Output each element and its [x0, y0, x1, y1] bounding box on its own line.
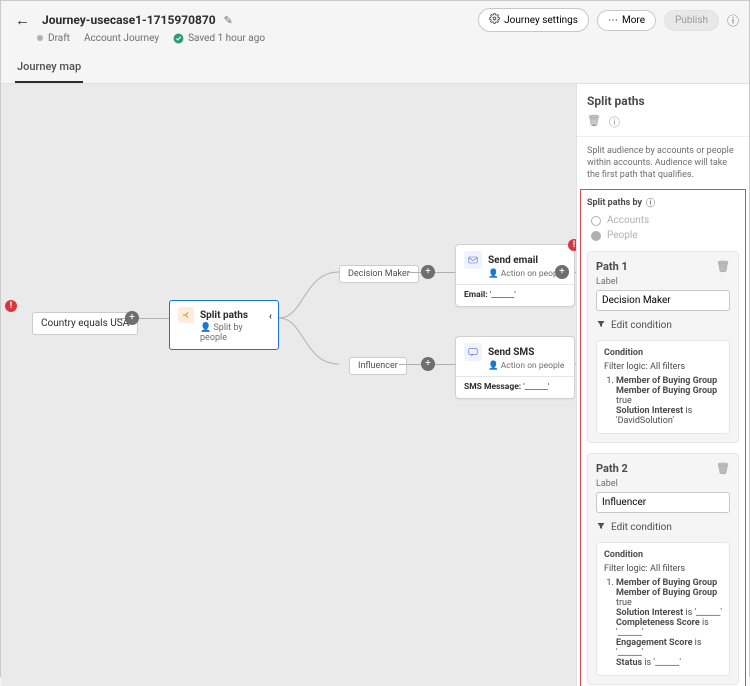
panel-description: Split audience by accounts or people wit…: [577, 137, 749, 189]
action-icon: [464, 343, 482, 361]
journey-settings-button[interactable]: Journey settings: [478, 8, 589, 32]
delete-icon[interactable]: 🗑: [716, 462, 730, 475]
path-label-influencer[interactable]: Influencer: [349, 357, 407, 375]
journey-settings-label: Journey settings: [504, 15, 578, 26]
info-icon[interactable]: ⓘ: [727, 12, 739, 29]
path-label-input[interactable]: [596, 492, 730, 513]
gear-icon: [489, 13, 500, 27]
node-field: SMS Message: '______': [464, 382, 566, 392]
status-badge: Draft: [37, 33, 70, 44]
path-name: Path 1: [596, 260, 628, 273]
info-icon[interactable]: ⓘ: [646, 196, 655, 209]
add-node-icon[interactable]: +: [421, 357, 435, 371]
publish-button: Publish: [664, 10, 719, 31]
highlighted-config: Split paths by ⓘ Accounts People Path 1 …: [580, 189, 746, 686]
delete-icon[interactable]: 🗑: [587, 114, 601, 130]
send-sms-node[interactable]: Send SMS 👤 Action on people SMS Message:…: [455, 336, 575, 399]
edit-title-icon[interactable]: ✎: [224, 14, 233, 27]
add-node-icon[interactable]: +: [125, 311, 139, 325]
edit-condition-link[interactable]: Edit condition: [596, 521, 730, 534]
chevron-left-icon[interactable]: ‹: [269, 311, 272, 322]
label-caption: Label: [596, 277, 730, 287]
side-panel: Split paths 🗑 ⓘ Split audience by accoun…: [576, 84, 749, 686]
add-node-icon[interactable]: +: [555, 265, 569, 279]
path-name: Path 2: [596, 462, 628, 475]
more-icon: ⋯: [608, 15, 618, 26]
split-by-label: Split paths by ⓘ: [587, 196, 739, 209]
path-label-decision-maker[interactable]: Decision Maker: [339, 265, 419, 283]
edit-condition-link[interactable]: Edit condition: [596, 319, 730, 332]
label-caption: Label: [596, 479, 730, 489]
saved-indicator: Saved 1 hour ago: [173, 33, 265, 44]
action-icon: [464, 251, 482, 269]
split-icon: [178, 307, 194, 323]
more-button[interactable]: ⋯ More: [597, 10, 656, 31]
filter-icon: [596, 319, 606, 332]
header: ← Journey-usecase1-1715970870 ✎ Journey …: [1, 1, 749, 84]
entry-node[interactable]: Country equals USA: [32, 312, 138, 335]
journey-canvas[interactable]: ! Country equals USA + Split paths 👤 Spl…: [1, 84, 749, 686]
tab-journey-map[interactable]: Journey map: [15, 52, 83, 83]
journey-title: Journey-usecase1-1715970870: [42, 13, 216, 27]
journey-type: Account Journey: [84, 33, 159, 44]
more-label: More: [622, 15, 645, 26]
delete-icon[interactable]: 🗑: [716, 260, 730, 273]
split-paths-node[interactable]: Split paths 👤 Split by people ‹: [169, 300, 279, 350]
path-card-2: Path 2 🗑 Label Edit condition Condition …: [587, 453, 739, 685]
radio-accounts: Accounts: [591, 215, 739, 226]
info-icon[interactable]: ⓘ: [609, 114, 620, 130]
condition-box: Condition Filter logic: All filters Memb…: [596, 542, 730, 676]
node-field: Email: '______': [464, 290, 566, 300]
add-node-icon[interactable]: +: [421, 265, 435, 279]
back-icon[interactable]: ←: [11, 7, 34, 33]
node-title: Send email: [488, 255, 538, 266]
node-subtitle: 👤 Action on people: [488, 361, 566, 371]
path-label-input[interactable]: [596, 290, 730, 311]
path-card-1: Path 1 🗑 Label Edit condition Condition …: [587, 251, 739, 443]
condition-box: Condition Filter logic: All filters Memb…: [596, 340, 730, 434]
split-node-title: Split paths: [200, 310, 248, 321]
node-title: Send SMS: [488, 347, 534, 358]
panel-title: Split paths: [577, 84, 749, 114]
radio-people: People: [591, 230, 739, 241]
error-badge-icon[interactable]: !: [5, 300, 17, 312]
filter-icon: [596, 521, 606, 534]
split-node-subtitle: 👤 Split by people: [200, 323, 270, 343]
